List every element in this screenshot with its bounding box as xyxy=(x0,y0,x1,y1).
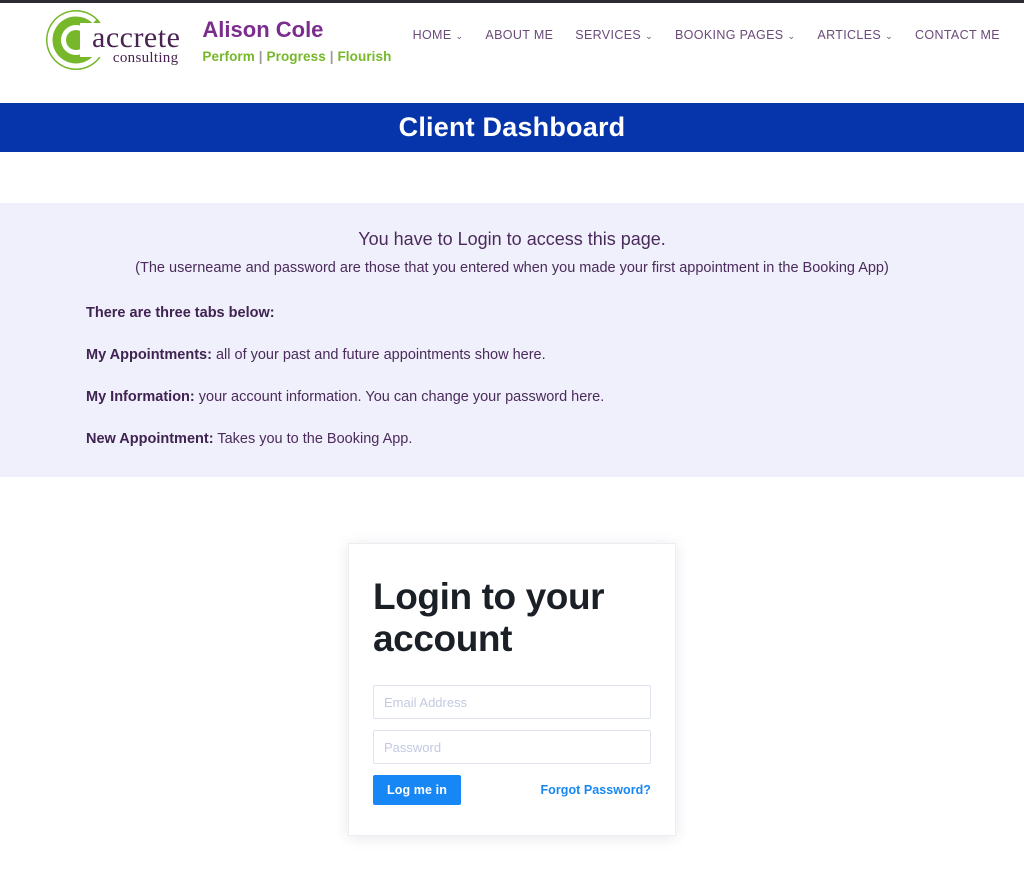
site-header: accrete consulting Alison Cole Perform |… xyxy=(0,3,1024,103)
logo-accrete-text: accrete xyxy=(92,21,181,54)
chevron-down-icon[interactable]: ⌄ xyxy=(885,31,893,41)
nav-item-home[interactable]: HOME ⌄ xyxy=(413,28,464,42)
nav-label: CONTACT ME xyxy=(915,28,1000,42)
nav-label: ARTICLES xyxy=(817,28,882,42)
nav-item-articles[interactable]: ARTICLES ⌄ xyxy=(817,28,893,42)
brand-text-block: Alison Cole Perform | Progress | Flouris… xyxy=(202,9,391,64)
brand-block[interactable]: accrete consulting Alison Cole Perform |… xyxy=(0,3,392,71)
nav-item-contact-me[interactable]: CONTACT ME xyxy=(915,28,1000,42)
tagline-flourish: Flourish xyxy=(337,49,392,65)
nav-label: HOME xyxy=(412,28,452,42)
email-field[interactable] xyxy=(373,685,651,720)
chevron-down-icon[interactable]: ⌄ xyxy=(788,31,796,41)
log-me-in-button[interactable]: Log me in xyxy=(373,775,461,806)
tab-info-new-appointment: New Appointment: Takes you to the Bookin… xyxy=(86,430,1024,448)
tagline-separator-2: | xyxy=(329,49,334,65)
tagline-separator-1: | xyxy=(258,49,263,65)
nav-label: BOOKING PAGES xyxy=(674,28,784,42)
tabs-info-block: There are three tabs below: My Appointme… xyxy=(0,304,1024,449)
tab-desc-my-information: your account information. You can change… xyxy=(194,389,605,406)
chevron-down-icon[interactable]: ⌄ xyxy=(456,31,464,41)
tagline-progress: Progress xyxy=(266,49,326,65)
page-banner: Client Dashboard xyxy=(0,103,1024,152)
login-area: Login to your account Log me in Forgot P… xyxy=(0,476,1024,837)
tab-desc-my-appointments: all of your past and future appointments… xyxy=(211,347,546,364)
chevron-down-icon[interactable]: ⌄ xyxy=(645,31,653,41)
page-title: Client Dashboard xyxy=(398,112,626,142)
login-title: Login to your account xyxy=(373,575,605,660)
tab-desc-new-appointment: Takes you to the Booking App. xyxy=(213,431,413,448)
brand-name: Alison Cole xyxy=(202,17,324,42)
tab-label-my-information: My Information: xyxy=(86,389,195,406)
login-card: Login to your account Log me in Forgot P… xyxy=(348,542,676,837)
notice-primary-text: You have to Login to access this page. xyxy=(358,229,666,249)
forgot-password-link[interactable]: Forgot Password? xyxy=(540,783,651,797)
tabs-heading-label: There are three tabs below: xyxy=(86,305,275,321)
tab-label-my-appointments: My Appointments: xyxy=(86,347,212,364)
nav-item-about-me[interactable]: ABOUT ME xyxy=(485,28,553,42)
notice-secondary-text: (The userneame and password are those th… xyxy=(135,260,889,276)
accrete-wordmark: accrete consulting xyxy=(92,23,180,66)
nav-item-booking-pages[interactable]: BOOKING PAGES ⌄ xyxy=(675,28,795,42)
brand-tagline: Perform | Progress | Flourish xyxy=(202,49,391,64)
main-navigation: HOME ⌄ ABOUT ME SERVICES ⌄ BOOKING PAGES… xyxy=(413,28,1000,42)
nav-label: SERVICES xyxy=(575,28,642,42)
nav-item-services[interactable]: SERVICES ⌄ xyxy=(575,28,653,42)
tab-info-my-appointments: My Appointments: all of your past and fu… xyxy=(86,346,1024,364)
tabs-heading: There are three tabs below: xyxy=(86,304,1024,322)
banner-spacer xyxy=(0,152,1024,203)
password-field[interactable] xyxy=(373,730,651,765)
tab-info-my-information: My Information: your account information… xyxy=(86,388,1024,406)
nav-label: ABOUT ME xyxy=(485,28,554,42)
login-actions-row: Log me in Forgot Password? xyxy=(373,775,651,806)
tagline-perform: Perform xyxy=(202,49,255,65)
tab-label-new-appointment: New Appointment: xyxy=(86,431,214,448)
login-required-notice: You have to Login to access this page. (… xyxy=(0,203,1024,477)
